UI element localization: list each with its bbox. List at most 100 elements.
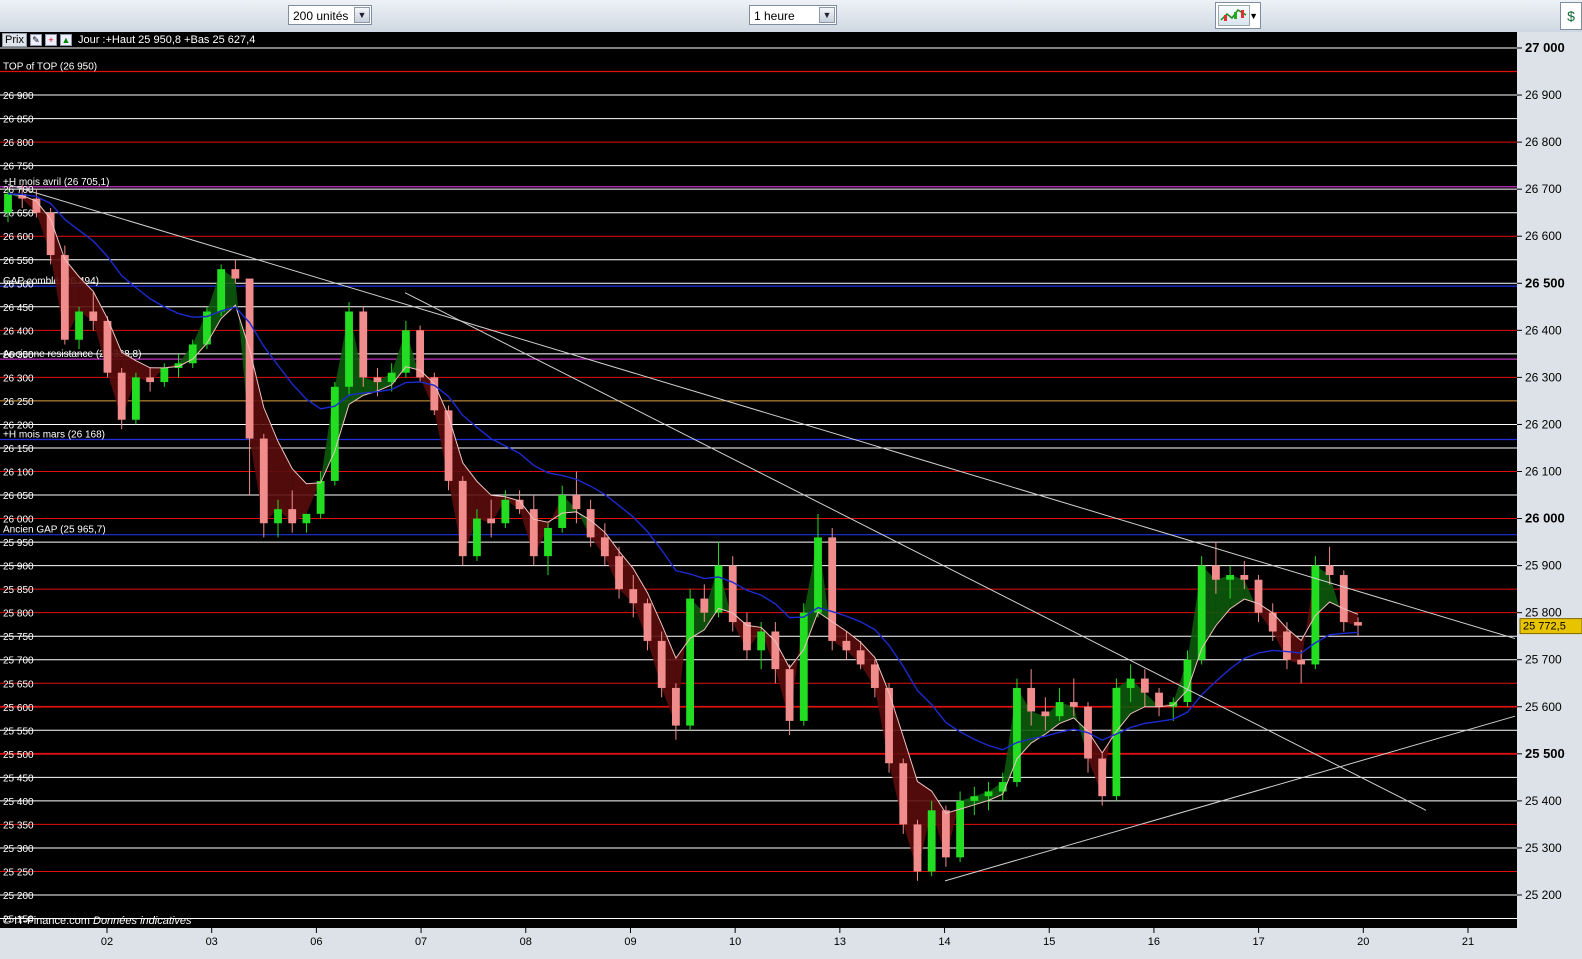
candle-body (629, 589, 638, 604)
left-price-label: 25 250 (3, 867, 34, 878)
chevron-down-icon[interactable]: ▼ (1249, 11, 1258, 21)
left-price-label: 25 400 (3, 797, 34, 808)
candle-body (1240, 575, 1249, 580)
candle-body (686, 598, 695, 726)
up-arrow-icon[interactable]: ▲ (59, 34, 72, 46)
left-price-label: 26 300 (3, 373, 34, 384)
candle-body (359, 311, 368, 378)
chevron-down-icon[interactable]: ▼ (354, 7, 370, 23)
units-select-value: 200 unités (293, 9, 349, 23)
candle-body (1325, 565, 1334, 576)
left-price-label: 25 550 (3, 726, 34, 737)
candle-body (146, 377, 155, 383)
x-tick-label: 20 (1357, 936, 1369, 948)
left-price-label: 25 700 (3, 656, 34, 667)
left-price-label: 25 650 (3, 679, 34, 690)
candle-body (743, 622, 751, 651)
candle-body (444, 410, 453, 481)
price-chart: 26 90026 85026 80026 75026 70026 65026 6… (0, 32, 1582, 959)
left-price-label: 26 150 (3, 444, 34, 455)
left-price-label: 26 250 (3, 397, 34, 408)
x-tick-label: 07 (415, 936, 427, 948)
y-tick-label: 26 900 (1525, 88, 1562, 102)
interval-select[interactable]: 1 heure ▼ (749, 5, 837, 25)
x-tick-label: 14 (938, 936, 950, 948)
candle-body (1354, 622, 1362, 626)
x-tick-label: 16 (1148, 936, 1160, 948)
candle-body (558, 495, 567, 528)
candle-body (728, 565, 737, 623)
y-tick-label: 26 100 (1525, 465, 1562, 479)
current-price-label: 25 772,5 (1523, 621, 1566, 633)
left-price-label: 26 450 (3, 303, 34, 314)
named-level-label: +H mois avril (26 705,1) (3, 177, 109, 188)
y-tick-label: 26 700 (1525, 182, 1562, 196)
candle-body (1027, 687, 1036, 712)
candle-body (1155, 692, 1163, 707)
candle-body (75, 311, 83, 340)
units-select[interactable]: 200 unités ▼ (288, 5, 372, 25)
candle-body (984, 791, 993, 797)
candle-body (870, 664, 879, 688)
candle-body (771, 631, 780, 670)
candle-body (842, 640, 851, 651)
y-tick-label: 25 200 (1525, 888, 1562, 902)
left-price-label: 25 900 (3, 562, 34, 573)
candle-body (103, 320, 112, 373)
candle-body (1211, 565, 1220, 580)
candle-body (785, 669, 794, 721)
candle-body (259, 438, 268, 524)
data-note-text: Données indicatives (93, 915, 192, 927)
candle-body (970, 796, 979, 801)
x-tick-label: 02 (101, 936, 113, 948)
left-price-label: 25 600 (3, 703, 34, 714)
candle-body (288, 509, 297, 524)
copyright-text: © IT-Finance.com (3, 915, 90, 927)
candle-body (373, 377, 382, 383)
candle-body (615, 556, 623, 590)
y-tick-label: 26 300 (1525, 370, 1562, 384)
candle-body (487, 518, 496, 524)
toolbar: 200 unités ▼ 1 heure ▼ ▼ $ (0, 0, 1582, 33)
candle-body (1055, 702, 1064, 717)
x-tick-label: 15 (1043, 936, 1055, 948)
y-tick-label: 26 500 (1525, 275, 1565, 290)
left-price-label: 25 450 (3, 773, 34, 784)
y-tick-label: 26 800 (1525, 135, 1562, 149)
candle-body (1140, 678, 1149, 693)
candle-body (473, 518, 481, 557)
left-price-label: 26 550 (3, 256, 34, 267)
add-indicator-icon[interactable]: + (44, 34, 57, 46)
candle-body (799, 612, 808, 721)
y-tick-label: 26 200 (1525, 417, 1562, 431)
dollar-icon[interactable]: $ (1560, 2, 1582, 30)
x-tick-label: 09 (624, 936, 636, 948)
candle-body (501, 499, 510, 524)
candle-body (231, 269, 240, 279)
bottom-axis-area (0, 928, 1582, 959)
y-tick-label: 25 500 (1525, 746, 1565, 761)
candle-body (885, 687, 893, 764)
candle-body (828, 537, 837, 641)
candle-body (4, 193, 12, 213)
left-price-label: 25 800 (3, 609, 34, 620)
prix-label[interactable]: Prix (2, 33, 27, 47)
chevron-down-icon[interactable]: ▼ (819, 7, 835, 23)
candle-body (856, 650, 865, 665)
candle-body (1226, 575, 1235, 580)
wrench-icon[interactable]: ✎ (29, 34, 42, 46)
left-price-label: 25 950 (3, 538, 34, 549)
candle-body (1297, 659, 1306, 665)
candle-body (117, 372, 126, 420)
y-tick-label: 27 000 (1525, 40, 1565, 55)
candle-body (174, 363, 183, 368)
candle-body (330, 386, 339, 481)
x-tick-label: 06 (310, 936, 322, 948)
candle-body (160, 367, 169, 383)
candle-body (345, 311, 353, 387)
candle-body (657, 640, 666, 688)
chart-type-select[interactable]: ▼ (1215, 2, 1261, 29)
left-price-label: 25 200 (3, 891, 34, 902)
interval-select-value: 1 heure (754, 9, 795, 23)
candle-body (913, 824, 922, 872)
